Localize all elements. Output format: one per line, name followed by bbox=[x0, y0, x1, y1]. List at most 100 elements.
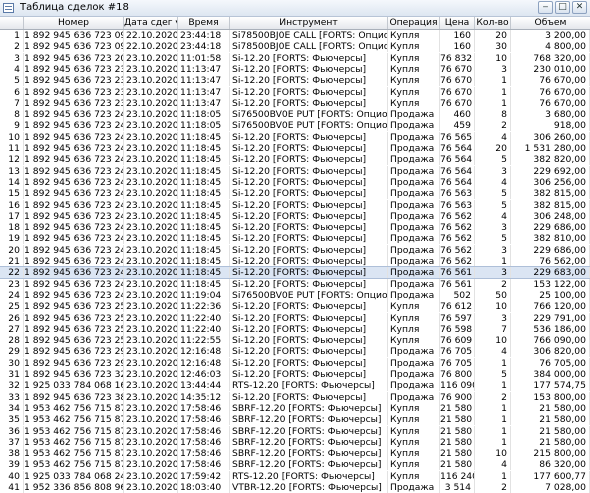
cell-volume: 382 815,00 bbox=[511, 188, 590, 200]
cell-date: 23.10.2020 bbox=[126, 391, 178, 403]
table-row[interactable]: 301 892 945 636 723 296 18723.10.202012:… bbox=[0, 357, 590, 369]
table-row[interactable]: 271 892 945 636 723 252 91223.10.202011:… bbox=[0, 323, 590, 335]
cell-date: 23.10.2020 bbox=[126, 301, 178, 313]
table-row[interactable]: 111 892 945 636 723 244 19923.10.202011:… bbox=[0, 143, 590, 154]
cell-operation: Продажа bbox=[388, 380, 440, 392]
table-row[interactable]: 121 892 945 636 723 244 20023.10.202011:… bbox=[0, 154, 590, 166]
cell-operation: Купля bbox=[388, 459, 440, 471]
table-row[interactable]: 351 953 462 756 715 870 38123.10.202017:… bbox=[0, 414, 590, 426]
maximize-button[interactable]: □ bbox=[555, 1, 570, 14]
table-row[interactable]: 161 892 945 636 723 244 20423.10.202011:… bbox=[0, 199, 590, 211]
table-row[interactable]: 241 892 945 636 723 245 30623.10.202011:… bbox=[0, 289, 590, 301]
cell-date: 23.10.2020 bbox=[126, 154, 178, 166]
table-row[interactable]: 231 892 945 636 723 244 21223.10.202011:… bbox=[0, 278, 590, 290]
table-row[interactable]: 401 925 033 784 068 241 72523.10.202017:… bbox=[0, 470, 590, 482]
column-header-index[interactable] bbox=[0, 17, 24, 29]
cell-instrument: Si-12.20 [FORTS: Фьючерсы] bbox=[230, 199, 388, 211]
cell-number: 1 892 945 636 723 231 710 bbox=[24, 63, 124, 75]
cell-operation: Продажа bbox=[388, 222, 440, 234]
cell-date: 23.10.2020 bbox=[126, 210, 178, 222]
table-row[interactable]: 291 892 945 636 723 296 18623.10.202012:… bbox=[0, 346, 590, 358]
cell-index: 30 bbox=[0, 357, 24, 369]
cell-index: 35 bbox=[0, 414, 24, 426]
minimize-button[interactable]: ‒ bbox=[538, 1, 553, 14]
table-row[interactable]: 181 892 945 636 723 244 20623.10.202011:… bbox=[0, 222, 590, 234]
cell-instrument: Si-12.20 [FORTS: Фьючерсы] bbox=[230, 131, 388, 143]
cell-date: 23.10.2020 bbox=[126, 143, 178, 154]
table-row[interactable]: 211 892 945 636 723 244 20923.10.202011:… bbox=[0, 256, 590, 267]
table-row[interactable]: 311 892 945 636 723 321 32523.10.202012:… bbox=[0, 369, 590, 380]
cell-volume: 536 186,00 bbox=[511, 323, 590, 335]
column-header-quantity[interactable]: Кол-во bbox=[475, 17, 511, 29]
table-row[interactable]: 41 892 945 636 723 231 71023.10.202011:1… bbox=[0, 63, 590, 75]
table-row[interactable]: 71 892 945 636 723 231 71323.10.202011:1… bbox=[0, 97, 590, 109]
table-row[interactable]: 321 925 033 784 068 161 04523.10.202013:… bbox=[0, 380, 590, 392]
cell-price: 76 563 bbox=[440, 199, 475, 211]
table-row[interactable]: 281 892 945 636 723 253 32523.10.202011:… bbox=[0, 335, 590, 347]
table-row[interactable]: 31 892 945 636 723 204 71123.10.202011:0… bbox=[0, 52, 590, 64]
cell-time: 11:22:55 bbox=[178, 335, 230, 347]
cell-date: 23.10.2020 bbox=[126, 63, 178, 75]
table-row[interactable]: 141 892 945 636 723 244 20223.10.202011:… bbox=[0, 176, 590, 188]
table-row[interactable]: 61 892 945 636 723 231 71223.10.202011:1… bbox=[0, 86, 590, 98]
cell-number: 1 892 945 636 723 241 824 bbox=[24, 109, 124, 121]
cell-price: 459 bbox=[440, 120, 475, 132]
cell-time: 11:18:45 bbox=[178, 222, 230, 234]
close-button[interactable]: ✕ bbox=[572, 1, 587, 14]
cell-index: 7 bbox=[0, 97, 24, 109]
cell-time: 11:18:45 bbox=[178, 278, 230, 290]
table-row[interactable]: 331 892 945 636 723 382 68323.10.202014:… bbox=[0, 391, 590, 403]
cell-index: 36 bbox=[0, 425, 24, 437]
table-row[interactable]: 361 953 462 756 715 870 38223.10.202017:… bbox=[0, 425, 590, 437]
cell-number: 1 892 945 636 723 252 911 bbox=[24, 312, 124, 324]
cell-instrument: Si-12.20 [FORTS: Фьючерсы] bbox=[230, 75, 388, 87]
table-row[interactable]: 151 892 945 636 723 244 20323.10.202011:… bbox=[0, 188, 590, 200]
column-header-price[interactable]: Цена bbox=[440, 17, 475, 29]
table-row[interactable]: 201 892 945 636 723 244 20823.10.202011:… bbox=[0, 244, 590, 256]
table-row[interactable]: 131 892 945 636 723 244 20123.10.202011:… bbox=[0, 165, 590, 177]
table-row[interactable]: 11 892 945 636 723 091 39522.10.202023:4… bbox=[0, 30, 590, 41]
cell-date: 23.10.2020 bbox=[126, 233, 178, 245]
table-row[interactable]: 101 892 945 636 723 244 19823.10.202011:… bbox=[0, 131, 590, 143]
table-row[interactable]: 391 953 462 756 715 870 38523.10.202017:… bbox=[0, 459, 590, 471]
table-row[interactable]: 191 892 945 636 723 244 20723.10.202011:… bbox=[0, 233, 590, 245]
cell-instrument: Si-12.20 [FORTS: Фьючерсы] bbox=[230, 188, 388, 200]
cell-number: 1 953 462 756 715 870 382 bbox=[24, 425, 124, 437]
table-row[interactable]: 411 952 336 856 808 963 42723.10.202018:… bbox=[0, 482, 590, 493]
cell-price: 76 832 bbox=[440, 52, 475, 64]
cell-instrument: Si-12.20 [FORTS: Фьючерсы] bbox=[230, 52, 388, 64]
column-header-operation[interactable]: Операция bbox=[388, 17, 440, 29]
cell-number: 1 892 945 636 723 252 619 bbox=[24, 301, 124, 313]
cell-price: 460 bbox=[440, 109, 475, 121]
cell-number: 1 953 462 756 715 870 380 bbox=[24, 402, 124, 414]
column-header-date[interactable]: Дата сдег ▼ bbox=[124, 17, 178, 29]
cell-operation: Купля bbox=[388, 470, 440, 482]
table-row[interactable]: 221 892 945 636 723 244 21123.10.202011:… bbox=[0, 266, 590, 280]
cell-time: 11:18:45 bbox=[178, 210, 230, 222]
column-header-number[interactable]: Номер bbox=[24, 17, 124, 29]
table-row[interactable]: 171 892 945 636 723 244 20523.10.202011:… bbox=[0, 210, 590, 222]
table-row[interactable]: 261 892 945 636 723 252 91123.10.202011:… bbox=[0, 312, 590, 324]
cell-number: 1 892 945 636 723 296 187 bbox=[24, 357, 124, 369]
column-header-time[interactable]: Время bbox=[178, 17, 230, 29]
cell-volume: 153 800,00 bbox=[511, 391, 590, 403]
cell-number: 1 953 462 756 715 870 384 bbox=[24, 448, 124, 460]
cell-volume: 766 090,00 bbox=[511, 335, 590, 347]
table-row[interactable]: 81 892 945 636 723 241 82423.10.202011:1… bbox=[0, 109, 590, 121]
column-header-instrument[interactable]: Инструмент bbox=[230, 17, 388, 29]
cell-index: 28 bbox=[0, 335, 24, 347]
table-row[interactable]: 91 892 945 636 723 241 82523.10.202011:1… bbox=[0, 120, 590, 132]
cell-price: 21 580 bbox=[440, 402, 475, 414]
table-row[interactable]: 381 953 462 756 715 870 38423.10.202017:… bbox=[0, 448, 590, 460]
table-row[interactable]: 341 953 462 756 715 870 38023.10.202017:… bbox=[0, 402, 590, 414]
table-row[interactable]: 251 892 945 636 723 252 61923.10.202011:… bbox=[0, 301, 590, 313]
table-row[interactable]: 51 892 945 636 723 231 71123.10.202011:1… bbox=[0, 75, 590, 87]
cell-index: 21 bbox=[0, 256, 24, 267]
cell-index: 20 bbox=[0, 244, 24, 256]
table-row[interactable]: 371 953 462 756 715 870 38323.10.202017:… bbox=[0, 436, 590, 448]
cell-quantity: 1 bbox=[475, 425, 511, 437]
cell-quantity: 2 bbox=[475, 482, 511, 493]
cell-date: 23.10.2020 bbox=[126, 312, 178, 324]
table-row[interactable]: 21 892 945 636 723 091 39622.10.202023:4… bbox=[0, 41, 590, 53]
column-header-volume[interactable]: Объем bbox=[511, 17, 590, 29]
